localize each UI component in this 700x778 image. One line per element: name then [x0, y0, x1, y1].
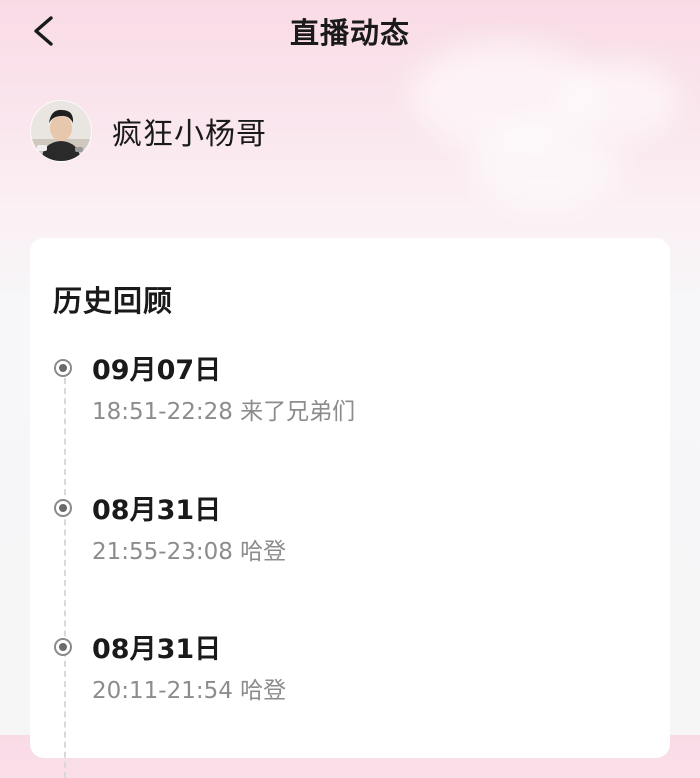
item-date: 08月31日: [92, 634, 222, 665]
page-title: 直播动态: [289, 16, 410, 50]
section-title: 历史回顾: [53, 284, 174, 318]
streamer-profile: 疯狂小杨哥: [30, 100, 267, 162]
timeline-dot: [54, 499, 72, 517]
item-detail: 20:11-21:54 哈登: [92, 678, 287, 704]
header-decoration: [560, 60, 680, 140]
item-detail: 21:55-23:08 哈登: [92, 539, 287, 565]
streamer-name[interactable]: 疯狂小杨哥: [112, 109, 267, 153]
timeline-item[interactable]: 09月07日 18:51-22:28 来了兄弟们: [54, 355, 654, 448]
history-card: 历史回顾 09月07日 18:51-22:28 来了兄弟们 08月31日 21:…: [30, 238, 670, 778]
item-date: 08月31日: [92, 495, 222, 526]
item-detail: 18:51-22:28 来了兄弟们: [92, 399, 356, 425]
avatar[interactable]: [30, 100, 92, 162]
nav-bar: 直播动态: [0, 0, 700, 62]
timeline-dot: [54, 359, 72, 377]
item-date: 09月07日: [92, 355, 222, 386]
timeline-item[interactable]: 08月31日 21:55-23:08 哈登: [54, 495, 654, 588]
timeline-dot: [54, 638, 72, 656]
timeline-item[interactable]: 08月31日 20:11-21:54 哈登: [54, 634, 654, 727]
